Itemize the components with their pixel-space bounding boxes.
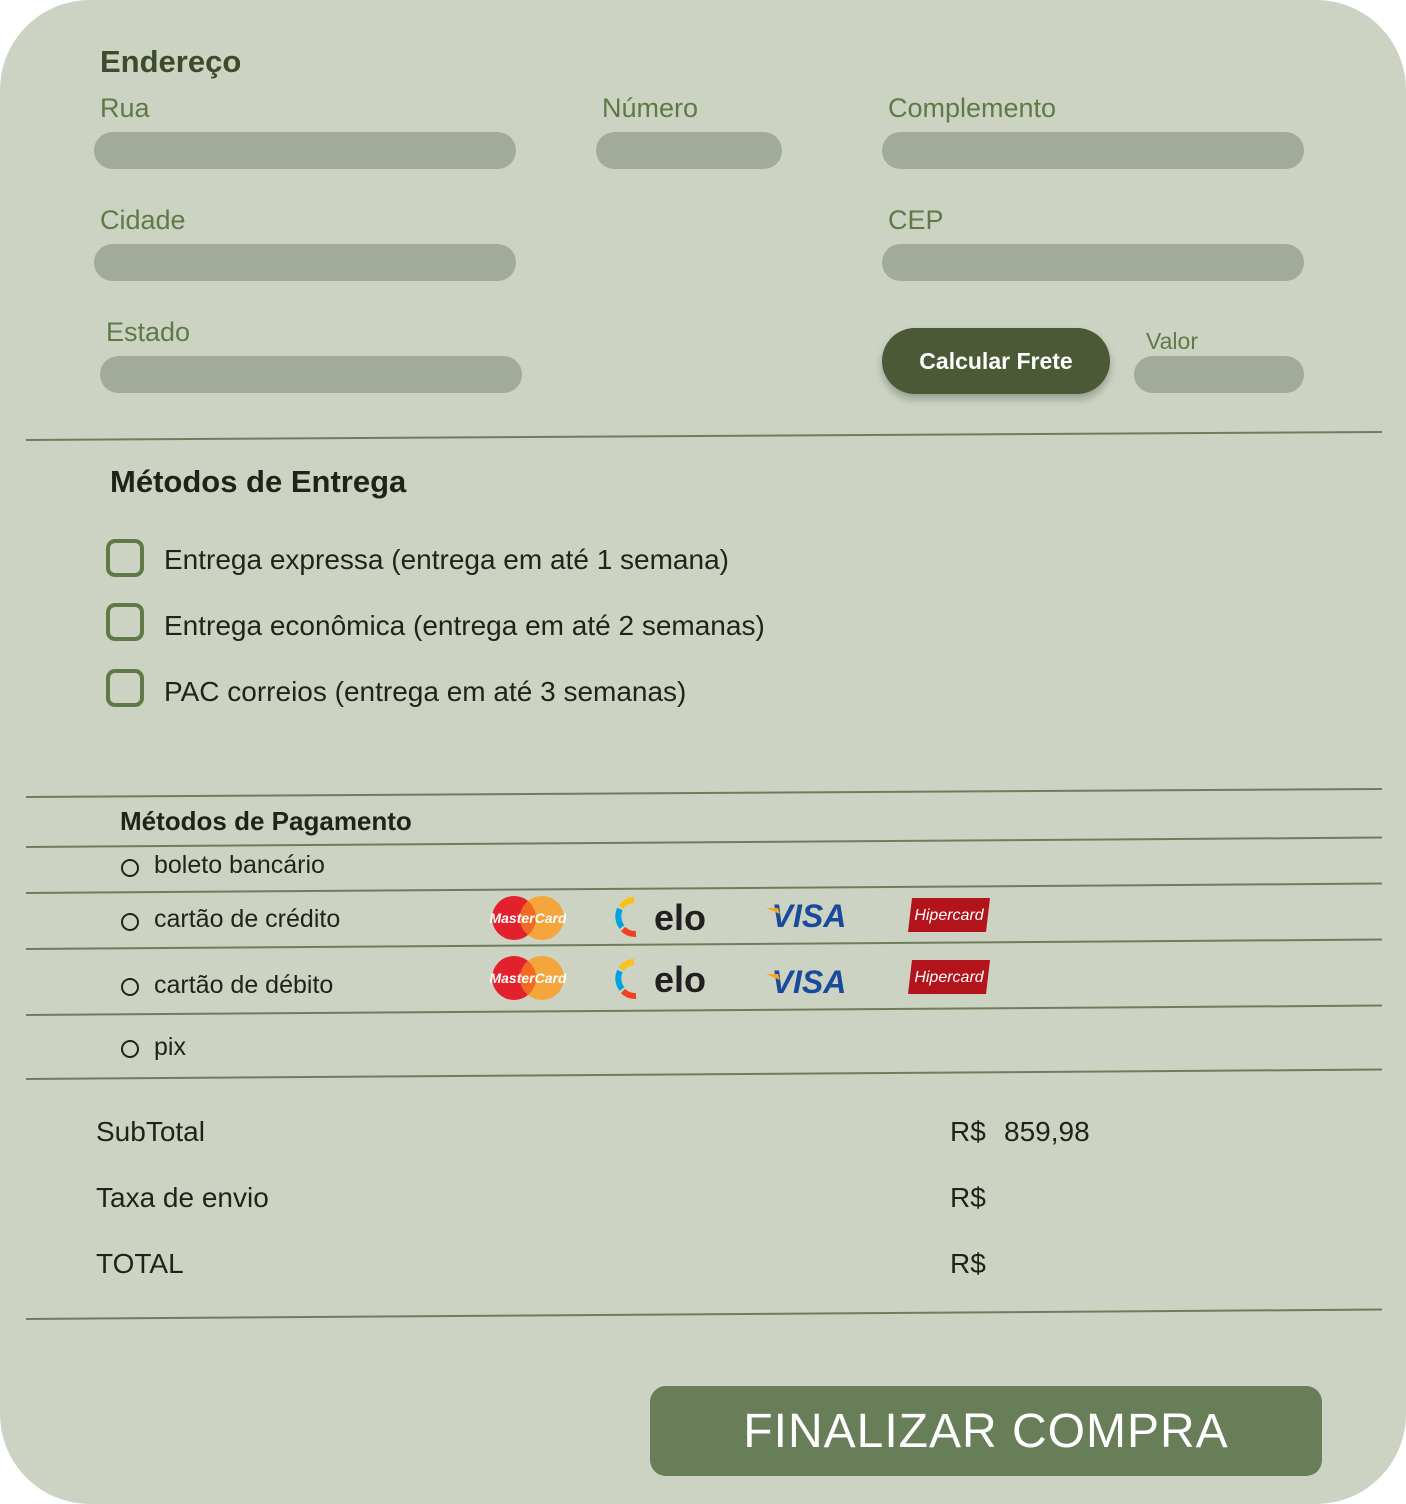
payment-radio-pix[interactable] <box>121 1040 139 1058</box>
estado-label: Estado <box>106 317 191 347</box>
subtotal-label: SubTotal <box>96 1116 205 1147</box>
delivery-option-pac: PAC correios (entrega em até 3 semanas) <box>164 676 687 707</box>
divider-line <box>25 882 1382 894</box>
valor-label: Valor <box>1146 328 1198 354</box>
divider-line <box>25 938 1382 950</box>
cidade-label: Cidade <box>100 205 186 235</box>
cidade-input[interactable] <box>94 244 516 281</box>
divider-line <box>25 1068 1382 1080</box>
visa-text: VISA <box>772 964 847 1000</box>
estado-input[interactable] <box>100 356 522 393</box>
visa-logo: VISA <box>766 964 847 1000</box>
payment-option-pix: pix <box>154 1033 186 1061</box>
payment-title: Métodos de Pagamento <box>120 806 412 836</box>
elo-logo: elo <box>615 897 706 938</box>
visa-text: VISA <box>772 898 847 934</box>
numero-label: Número <box>602 93 699 123</box>
checkout-card: Endereço Rua Número Complemento Cidade C… <box>0 0 1406 1504</box>
payment-radio-debit[interactable] <box>121 978 139 996</box>
elo-text: elo <box>654 959 706 1000</box>
shipping-label: Taxa de envio <box>96 1182 269 1213</box>
hipercard-text: Hipercard <box>914 969 984 986</box>
total-label: TOTAL <box>96 1248 184 1279</box>
numero-input[interactable] <box>596 132 782 169</box>
divider-line <box>25 430 1382 441</box>
hipercard-logo: Hipercard <box>908 898 990 932</box>
divider-line <box>25 787 1382 798</box>
cep-label: CEP <box>888 205 944 235</box>
total-currency: R$ <box>950 1248 986 1279</box>
complemento-input[interactable] <box>882 132 1304 169</box>
elo-text: elo <box>654 897 706 938</box>
delivery-checkbox-express[interactable] <box>106 539 144 577</box>
mastercard-text: MasterCard <box>490 970 566 986</box>
payment-option-debit: cartão de débito <box>154 971 334 999</box>
valor-input[interactable] <box>1134 356 1304 393</box>
payment-radio-credit[interactable] <box>121 913 139 931</box>
rua-input[interactable] <box>94 132 516 169</box>
delivery-checkbox-pac[interactable] <box>106 669 144 707</box>
payment-option-boleto: boleto bancário <box>154 851 325 879</box>
address-title: Endereço <box>100 44 242 79</box>
mastercard-logo: MasterCard <box>490 956 566 1000</box>
subtotal-value: 859,98 <box>1004 1116 1090 1147</box>
delivery-option-economic: Entrega econômica (entrega em até 2 sema… <box>164 610 765 641</box>
complemento-label: Complemento <box>888 93 1057 123</box>
rua-label: Rua <box>100 93 150 123</box>
delivery-option-express: Entrega expressa (entrega em até 1 seman… <box>164 544 729 575</box>
payment-option-credit: cartão de crédito <box>154 905 341 933</box>
mastercard-text: MasterCard <box>490 910 566 926</box>
elo-logo: elo <box>615 959 706 1000</box>
delivery-checkbox-economic[interactable] <box>106 603 144 641</box>
divider-line <box>25 1308 1382 1320</box>
hipercard-logo: Hipercard <box>908 960 990 994</box>
delivery-title: Métodos de Entrega <box>110 464 407 499</box>
visa-logo: VISA <box>766 898 847 934</box>
finalizar-compra-button[interactable]: FINALIZAR COMPRA <box>650 1386 1322 1476</box>
subtotal-currency: R$ <box>950 1116 986 1147</box>
divider-line <box>25 1004 1382 1016</box>
shipping-currency: R$ <box>950 1182 986 1213</box>
hipercard-text: Hipercard <box>914 907 984 924</box>
payment-radio-boleto[interactable] <box>121 859 139 877</box>
mastercard-logo: MasterCard <box>490 896 566 940</box>
divider-line <box>25 836 1382 848</box>
calcular-frete-button[interactable]: Calcular Frete <box>882 328 1110 394</box>
cep-input[interactable] <box>882 244 1304 281</box>
